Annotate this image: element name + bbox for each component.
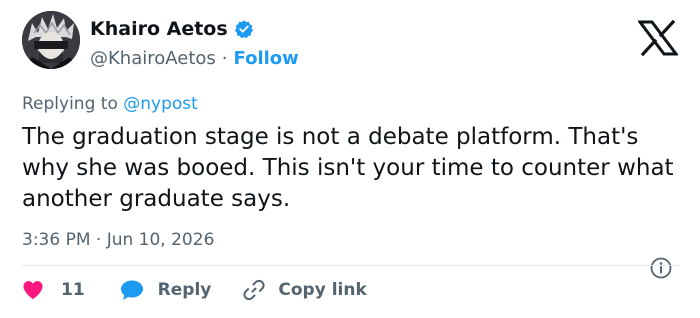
separator-dot: · [221,48,228,69]
reply-button[interactable]: Reply [120,279,212,301]
like-button[interactable]: 11 [22,280,85,300]
reply-mention-link[interactable]: @nypost [123,94,198,114]
x-logo-icon[interactable] [637,19,679,57]
tweet-timestamp[interactable]: 3:36 PM · Jun 10, 2026 [22,230,214,250]
divider [22,265,680,266]
heart-icon [23,281,43,300]
action-bar: 11 Reply Copy link [22,278,367,302]
speech-bubble-icon [120,280,143,300]
replying-prefix: Replying to [22,94,118,114]
replying-to: Replying to @nypost [22,94,198,114]
verified-badge-icon [234,19,254,39]
info-icon[interactable] [650,257,672,279]
link-icon [243,279,265,301]
follow-button[interactable]: Follow [234,48,299,69]
copy-link-label: Copy link [278,280,367,300]
copy-link-button[interactable]: Copy link [242,278,367,302]
avatar-image [22,11,80,69]
avatar[interactable] [22,11,80,69]
author-name[interactable]: Khairo Aetos [90,18,228,40]
reply-label: Reply [157,280,212,300]
author-handle[interactable]: @KhairoAetos [90,48,216,69]
like-count: 11 [61,280,85,300]
tweet-text: The graduation stage is not a debate pla… [22,124,674,212]
